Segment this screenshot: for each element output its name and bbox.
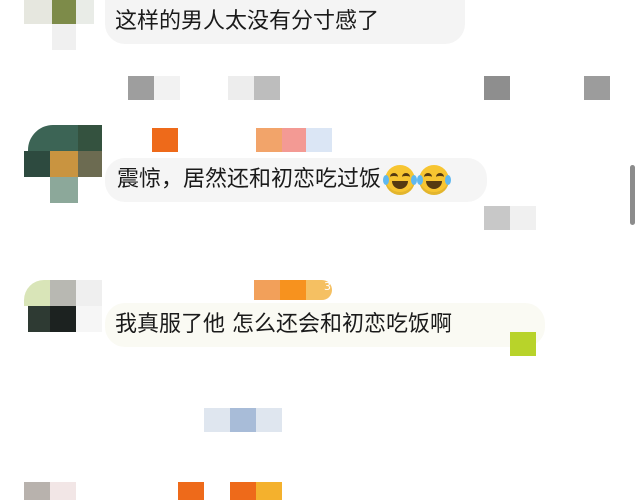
comment-bubble[interactable]: 我真服了他 怎么还会和初恋吃饭啊	[105, 303, 545, 347]
comment-bubble[interactable]: 这样的男人太没有分寸感了	[105, 0, 465, 44]
comment-meta	[110, 72, 630, 104]
avatar[interactable]	[24, 0, 94, 50]
username[interactable]	[120, 482, 320, 500]
avatar[interactable]	[24, 280, 104, 335]
avatar[interactable]	[24, 482, 84, 500]
comment-text: 震惊，居然还和初恋吃过饭	[117, 167, 382, 192]
username[interactable]: 3	[120, 280, 350, 304]
level-badge: 3	[324, 280, 331, 293]
comment-text: 这样的男人太没有分寸感了	[115, 9, 380, 34]
avatar[interactable]	[22, 125, 102, 205]
comment-bubble[interactable]: 震惊，居然还和初恋吃过饭	[105, 158, 487, 202]
crying-laughing-face-icon	[417, 165, 452, 195]
crying-laughing-face-icon	[383, 165, 418, 195]
scrollbar[interactable]	[630, 165, 635, 225]
comment-meta	[110, 406, 630, 436]
username[interactable]	[120, 128, 350, 154]
comment-meta	[110, 206, 630, 234]
comment-text: 我真服了他 怎么还会和初恋吃饭啊	[115, 312, 452, 337]
redacted-block	[510, 332, 536, 356]
